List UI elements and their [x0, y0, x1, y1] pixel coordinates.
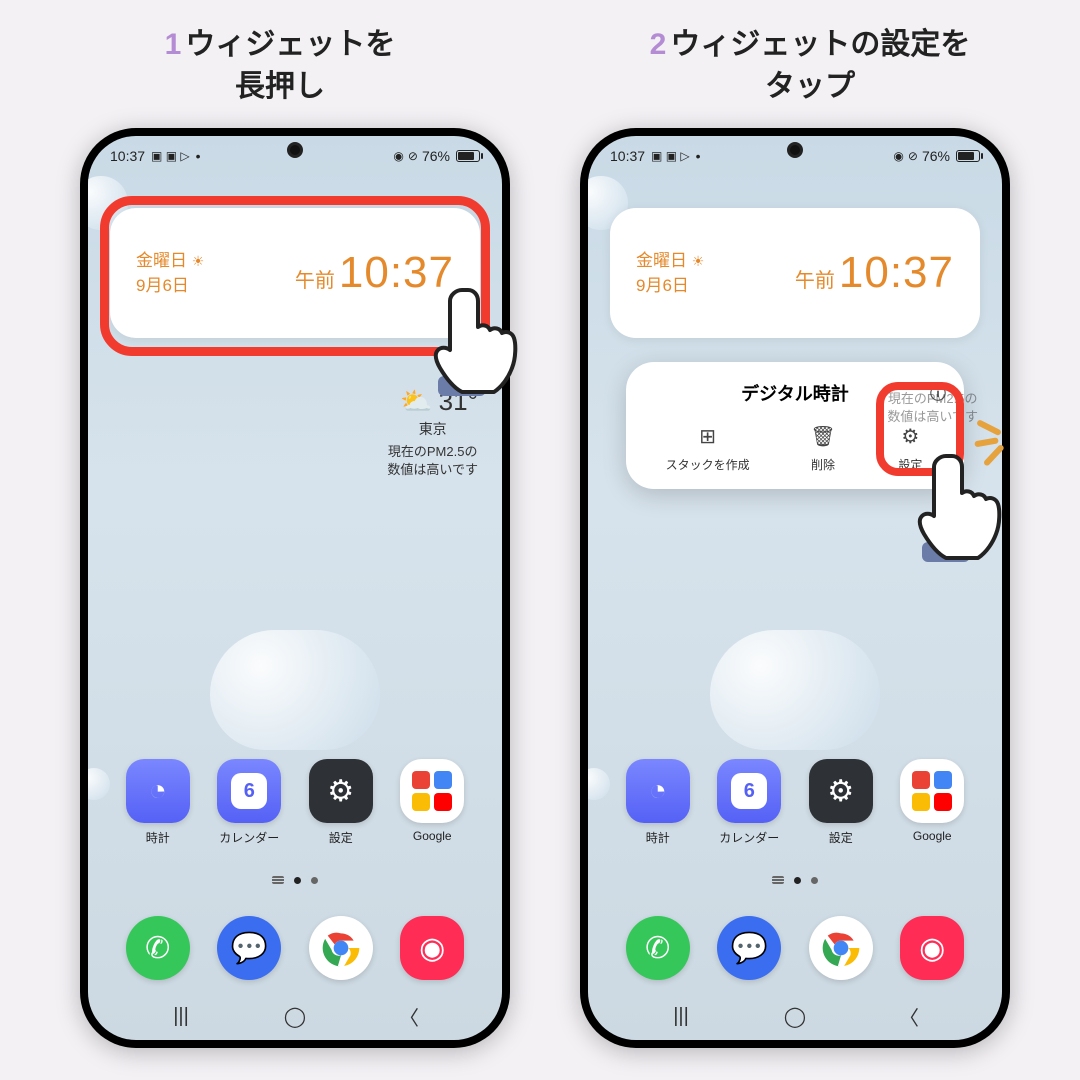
status-time: 10:37	[110, 148, 145, 164]
nav-bar: ||| ◯ 〈	[88, 992, 502, 1040]
no-signal-icon: ⊘	[908, 149, 918, 163]
camera-icon: ◉	[400, 916, 464, 980]
sun-icon: ☀	[192, 253, 205, 269]
nav-home[interactable]: ◯	[265, 1004, 325, 1029]
wifi-icon: ◉	[393, 149, 403, 163]
nav-recent[interactable]: |||	[651, 1005, 711, 1028]
gear-icon: ⚙	[809, 759, 873, 823]
trash-icon: 🗑	[809, 422, 837, 450]
phone-icon: ✆	[626, 916, 690, 980]
chrome-icon	[309, 916, 373, 980]
folder-icon	[900, 759, 964, 823]
calendar-app[interactable]: 6 カレンダー	[717, 759, 781, 846]
app-row: ◔ 時計 6 カレンダー ⚙ 設定	[88, 759, 502, 846]
chat-icon: 💬	[217, 916, 281, 980]
calendar-app[interactable]: 6 カレンダー	[217, 759, 281, 846]
battery-icon	[956, 150, 980, 162]
gear-icon: ⚙	[309, 759, 373, 823]
home-screen-2[interactable]: 10:37 ▣ ▣ ▷• ◉ ⊘ 76% 金曜日 ☀ 9月6日 午前 10:37	[588, 136, 1002, 1040]
phone-app[interactable]: ✆	[126, 916, 190, 980]
popup-settings[interactable]: ⚙ 設定	[896, 422, 924, 473]
weather-icon: ⛅	[400, 386, 432, 417]
no-signal-icon: ⊘	[408, 149, 418, 163]
chrome-app[interactable]	[309, 916, 373, 980]
page-indicator	[772, 876, 818, 884]
messages-app[interactable]: 💬	[217, 916, 281, 980]
battery-pct: 76%	[922, 148, 950, 164]
dock: ✆ 💬 ◉	[88, 916, 502, 980]
popup-create-stack[interactable]: ⊞ スタックを作成	[666, 422, 750, 473]
dock: ✆ 💬 ◉	[588, 916, 1002, 980]
nav-back[interactable]: 〈	[379, 1002, 439, 1031]
home-screen-1[interactable]: 10:37 ▣ ▣ ▷• ◉ ⊘ 76% 金曜日 ☀ 9月6日 午前 10:37	[88, 136, 502, 1040]
sun-icon: ☀	[692, 253, 705, 269]
clock-icon: ◔	[126, 759, 190, 823]
page-indicator	[272, 876, 318, 884]
status-time: 10:37	[610, 148, 645, 164]
chrome-app[interactable]	[809, 916, 873, 980]
clock-app[interactable]: ◔ 時計	[626, 759, 690, 846]
folder-icon	[400, 759, 464, 823]
phone-frame-2: 10:37 ▣ ▣ ▷• ◉ ⊘ 76% 金曜日 ☀ 9月6日 午前 10:37	[580, 128, 1010, 1048]
clock-widget[interactable]: 金曜日 ☀ 9月6日 午前 10:37	[610, 208, 980, 338]
plus-box-icon: ⊞	[694, 422, 722, 450]
camera-hole	[287, 142, 303, 158]
camera-app[interactable]: ◉	[400, 916, 464, 980]
nav-back[interactable]: 〈	[879, 1002, 939, 1031]
phone-icon: ✆	[126, 916, 190, 980]
chat-icon: 💬	[717, 916, 781, 980]
popup-title: デジタル時計	[741, 384, 849, 404]
clock-icon: ◔	[626, 759, 690, 823]
clock-app[interactable]: ◔ 時計	[126, 759, 190, 846]
app-row: ◔ 時計 6 カレンダー ⚙ 設定	[588, 759, 1002, 846]
camera-icon: ◉	[900, 916, 964, 980]
step-1-title: 1ウィジェットを 長押し	[60, 24, 500, 108]
wifi-icon: ◉	[893, 149, 903, 163]
calendar-icon: 6	[717, 759, 781, 823]
nav-recent[interactable]: |||	[151, 1005, 211, 1028]
popup-delete[interactable]: 🗑 削除	[809, 422, 837, 473]
google-folder[interactable]: Google	[900, 759, 964, 846]
battery-pct: 76%	[422, 148, 450, 164]
phone-app[interactable]: ✆	[626, 916, 690, 980]
nav-home[interactable]: ◯	[765, 1004, 825, 1029]
battery-icon	[456, 150, 480, 162]
chrome-icon	[809, 916, 873, 980]
tap-effect-icon	[965, 405, 1036, 482]
clock-widget[interactable]: 金曜日 ☀ 9月6日 午前 10:37	[110, 208, 480, 338]
weather-widget[interactable]: ⛅ 31° 東京 現在のPM2.5の 数値は高いです	[387, 386, 478, 479]
phone-frame-1: 10:37 ▣ ▣ ▷• ◉ ⊘ 76% 金曜日 ☀ 9月6日 午前 10:37	[80, 128, 510, 1048]
nav-bar: ||| ◯ 〈	[588, 992, 1002, 1040]
step-2-title: 2ウィジェットの設定を タップ	[560, 24, 1060, 108]
camera-app[interactable]: ◉	[900, 916, 964, 980]
settings-app[interactable]: ⚙ 設定	[309, 759, 373, 846]
camera-hole	[787, 142, 803, 158]
settings-app[interactable]: ⚙ 設定	[809, 759, 873, 846]
messages-app[interactable]: 💬	[717, 916, 781, 980]
google-folder[interactable]: Google	[400, 759, 464, 846]
calendar-icon: 6	[217, 759, 281, 823]
